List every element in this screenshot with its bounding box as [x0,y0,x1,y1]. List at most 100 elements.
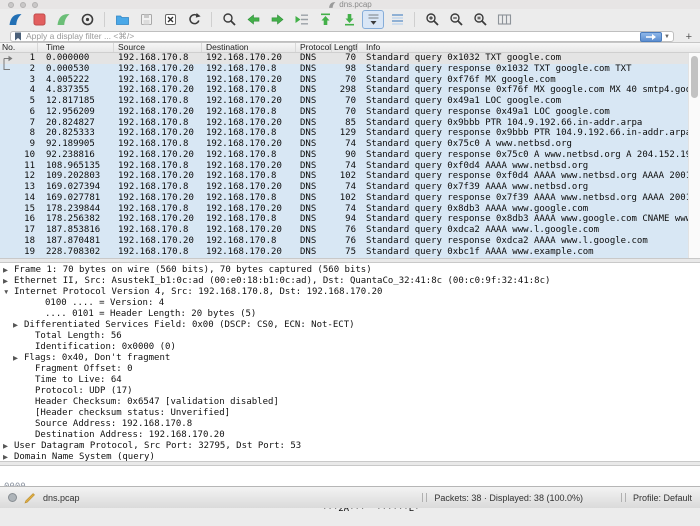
reload-file-button[interactable] [183,10,205,29]
packet-row[interactable]: 11 108.965135 192.168.170.8 192.168.170.20 D… [0,160,700,172]
detail-line[interactable]: Destination Address: 192.168.170.20 [0,430,700,441]
column-header-protocol[interactable]: Protocol [296,43,332,52]
packet-row[interactable]: 15 178.239844 192.168.170.8 192.168.170.20 D… [0,203,700,215]
collapse-toggle[interactable]: ▼ [3,287,14,298]
open-file-button[interactable] [111,10,133,29]
detail-line[interactable]: ▶ Differentiated Services Field: 0x00 (DS… [0,320,700,331]
detail-line[interactable]: Protocol: UDP (17) [0,386,700,397]
go-to-top-button[interactable] [314,10,336,29]
zoom-in-button[interactable] [421,10,443,29]
column-header-length[interactable]: Length [332,43,358,52]
close-window-button[interactable] [8,2,14,8]
packet-row[interactable]: 5 12.817185 192.168.170.8 192.168.170.20 DNS… [0,96,700,107]
expand-toggle[interactable]: ▶ [13,353,24,364]
packet-row[interactable]: 14 169.027781 192.168.170.20 192.168.170.8 D… [0,192,700,204]
packet-row[interactable]: 9 92.189905 192.168.170.8 192.168.170.20 DNS… [0,139,700,150]
packet-row[interactable]: 2 0.000530 192.168.170.20 192.168.170.8 DNS 9… [0,63,700,75]
cell-no: 4 [29,85,35,96]
cell-destination: 192.168.170.20 [206,182,282,193]
packet-row[interactable]: 16 178.256382 192.168.170.20 192.168.170.8 D… [0,214,700,226]
detail-line[interactable]: ▶ Flags: 0x40, Don't fragment [0,353,700,364]
detail-text: Frame 1: 70 bytes on wire (560 bits), 70… [14,265,372,275]
cell-destination: 192.168.170.20 [206,74,282,85]
cell-source: 192.168.170.20 [118,128,194,139]
cell-source: 192.168.170.8 [118,246,189,257]
filter-dropdown-caret[interactable]: ▼ [664,34,670,40]
cell-destination: 192.168.170.20 [206,203,282,214]
column-header-destination[interactable]: Destination [202,43,296,52]
detail-line[interactable]: Header Checksum: 0x6547 [validation disa… [0,397,700,408]
zoom-window-button[interactable] [32,2,38,8]
packet-row[interactable]: 3 4.005222 192.168.170.8 192.168.170.20 DNS 7… [0,74,700,86]
packet-row[interactable]: 1 0.000000 192.168.170.8 192.168.170.20 DNS 7… [0,53,700,64]
detail-line[interactable]: Total Length: 56 [0,331,700,342]
auto-scroll-toggle[interactable] [362,10,384,29]
go-to-bottom-button[interactable] [338,10,360,29]
packet-row[interactable]: 6 12.956209 192.168.170.20 192.168.170.8 DNS… [0,106,700,118]
column-header-source[interactable]: Source [114,43,202,52]
resize-columns-button[interactable] [493,10,515,29]
column-header-time[interactable]: Time [38,43,114,52]
packet-list-scrollbar[interactable] [688,53,700,258]
detail-line[interactable]: 0100 .... = Version: 4 [0,298,700,309]
zoom-out-button[interactable] [445,10,467,29]
detail-line[interactable]: [Header checksum status: Unverified] [0,408,700,419]
detail-line[interactable]: ▶ User Datagram Protocol, Src Port: 32795… [0,441,700,452]
colorize-packets-button[interactable] [386,10,408,29]
column-header-no[interactable]: No. [0,43,38,52]
detail-line[interactable]: ▶ Frame 1: 70 bytes on wire (560 bits), 7… [0,265,700,276]
packet-row[interactable]: 10 92.238816 192.168.170.20 192.168.170.8 DN… [0,149,700,161]
detail-line[interactable]: ▶ Domain Name System (query) [0,452,700,461]
cell-time: 92.238816 [46,149,95,160]
cell-info: Standard query 0x8db3 AAAA www.google.co… [366,203,589,214]
detail-line[interactable]: Fragment Offset: 0 [0,364,700,375]
cell-no: 2 [29,63,35,74]
packet-count-summary: Packets: 38 · Displayed: 38 (100.0%) [434,492,583,503]
scrollbar-thumb[interactable] [691,56,698,98]
capture-comment-pencil-icon[interactable] [24,492,36,504]
hex-row[interactable]: 0000 00 c0 9f 32 41 8c 00 e0 18 b1 0c ad… [0,471,700,514]
go-to-packet-button[interactable] [290,10,312,29]
detail-line[interactable]: Identification: 0x0000 (0) [0,342,700,353]
detail-line[interactable]: ▶ Ethernet II, Src: AsustekI_b1:0c:ad (00… [0,276,700,287]
expand-toggle[interactable]: ▶ [3,452,14,461]
detail-line[interactable]: ▼ Internet Protocol Version 4, Src: 192.1… [0,287,700,298]
go-forward-button[interactable] [266,10,288,29]
filter-bookmark-icon[interactable] [14,32,22,41]
cell-time: 0.000530 [46,63,90,74]
go-back-button[interactable] [242,10,264,29]
capture-options-button[interactable] [76,10,98,29]
zoom-original-button[interactable] [469,10,491,29]
detail-line[interactable]: .... 0101 = Header Length: 20 bytes (5) [0,309,700,320]
detail-line[interactable]: Source Address: 192.168.170.8 [0,419,700,430]
restart-capture-button[interactable] [52,10,74,29]
packet-row[interactable]: 18 187.870481 192.168.170.20 192.168.170.8 D… [0,236,700,247]
profile-label[interactable]: Profile: Default [633,493,692,503]
apply-filter-button[interactable] [640,31,663,42]
packet-row[interactable]: 17 187.853816 192.168.170.8 192.168.170.20 D… [0,225,700,237]
expand-toggle[interactable]: ▶ [13,320,24,331]
add-filter-button[interactable]: + [686,30,692,43]
find-packet-button[interactable] [218,10,240,29]
cell-length: 70 [345,74,356,85]
expand-toggle[interactable]: ▶ [3,441,14,452]
packet-row[interactable]: 13 169.027394 192.168.170.8 192.168.170.20 D… [0,182,700,193]
packet-row[interactable]: 7 20.824827 192.168.170.8 192.168.170.20 DNS… [0,117,700,129]
expand-toggle[interactable]: ▶ [3,276,14,287]
packet-row[interactable]: 19 228.708302 192.168.170.8 192.168.170.20 D… [0,246,700,258]
packet-row[interactable]: 4 4.837355 192.168.170.20 192.168.170.8 DNS 2… [0,85,700,97]
start-capture-button[interactable] [4,10,26,29]
cell-source: 192.168.170.8 [118,160,189,171]
expert-info-button[interactable] [8,493,17,502]
detail-line[interactable]: Time to Live: 64 [0,375,700,386]
expand-toggle[interactable]: ▶ [3,265,14,276]
packet-row[interactable]: 8 20.825333 192.168.170.20 192.168.170.8 DNS… [0,128,700,140]
column-header-info[interactable]: Info [358,43,700,52]
minimize-window-button[interactable] [20,2,26,8]
stop-capture-button[interactable] [28,10,50,29]
save-file-button[interactable] [135,10,157,29]
cell-time: 109.202803 [46,171,101,182]
display-filter-input[interactable]: Apply a display filter ... <⌘/> ▼ [10,31,674,42]
packet-row[interactable]: 12 109.202803 192.168.170.20 192.168.170.8 D… [0,171,700,183]
close-file-button[interactable] [159,10,181,29]
